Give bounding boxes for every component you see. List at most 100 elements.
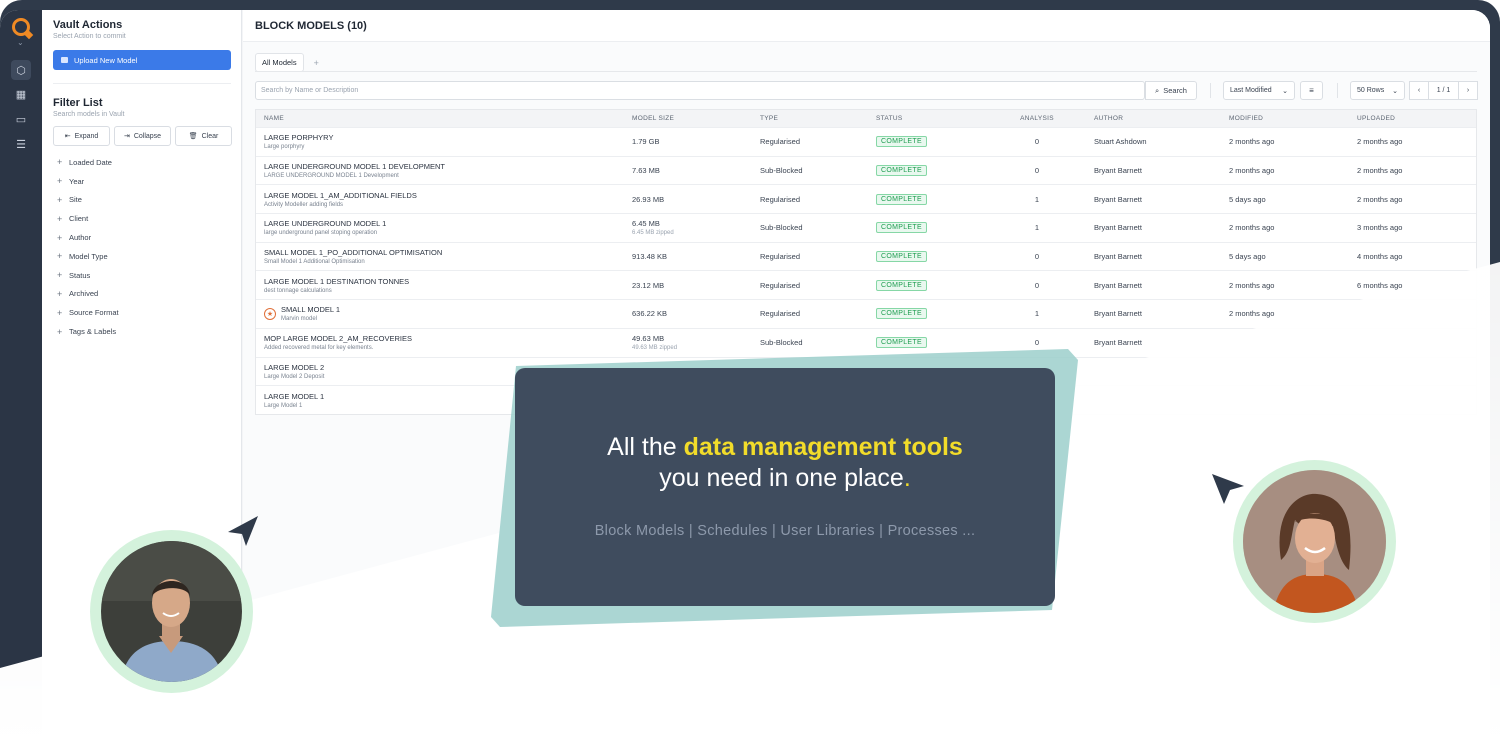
clear-button[interactable]: 🗑 Clear — [175, 126, 232, 146]
column-header[interactable]: TYPE — [752, 115, 868, 122]
status-badge: COMPLETE — [876, 222, 927, 234]
filter-item-label: Status — [69, 270, 91, 280]
filter-item[interactable]: + Client — [57, 209, 119, 228]
collapse-button[interactable]: ⇥ Collapse — [114, 126, 171, 146]
chevron-down-icon[interactable]: ⌄ — [17, 38, 24, 47]
filter-item[interactable]: + Loaded Date — [57, 153, 119, 172]
model-size: 26.93 MB — [632, 194, 665, 204]
list-icon[interactable]: ☰ — [11, 134, 31, 154]
table-row[interactable]: MOP LARGE MODEL 2_AM_RECOVERIES Added rec… — [256, 327, 1476, 357]
page-title: BLOCK MODELS (10) — [255, 20, 367, 32]
prev-page-button[interactable]: ‹ — [1409, 81, 1429, 100]
model-description: large underground panel stoping operatio… — [264, 230, 378, 237]
pagination: ‹ 1 / 1 › — [1409, 81, 1478, 100]
model-description: Small Model 1 Additional Optimisation — [264, 259, 365, 266]
search-button[interactable]: ⌕ Search — [1145, 81, 1197, 100]
model-type: Regularised — [760, 252, 801, 262]
library-icon[interactable]: ▭ — [11, 109, 31, 129]
plus-icon: + — [57, 307, 63, 318]
column-header[interactable]: STATUS — [868, 115, 988, 122]
column-header[interactable]: NAME — [256, 115, 624, 122]
model-name-cell: LARGE MODEL 1 DESTINATION TONNES dest ton… — [256, 277, 624, 294]
analysis-count: 1 — [1034, 223, 1040, 233]
table-row[interactable]: LARGE UNDERGROUND MODEL 1 large undergrou… — [256, 213, 1476, 242]
filter-item[interactable]: + Source Format — [57, 303, 119, 322]
filter-item[interactable]: + Status — [57, 266, 119, 285]
model-size: 23.12 MB — [632, 280, 665, 290]
model-description: Large Model 1 — [264, 402, 303, 409]
search-input[interactable]: Search by Name or Description — [255, 81, 1145, 100]
model-description: LARGE UNDERGROUND MODEL 1 Development — [264, 173, 399, 180]
filter-item[interactable]: + Author — [57, 228, 119, 247]
modified-date: 2 months ago — [1229, 280, 1275, 290]
cube-icon[interactable]: ⬡ — [11, 60, 31, 80]
status-badge: COMPLETE — [876, 308, 927, 320]
column-header[interactable]: MODIFIED — [1221, 115, 1349, 122]
hero-card: All the data management tools you need i… — [515, 368, 1055, 606]
sort-select-value: Last Modified — [1230, 87, 1272, 94]
headline-pre: All the — [607, 433, 684, 461]
model-name: LARGE UNDERGROUND MODEL 1 — [264, 219, 387, 229]
modified-date: 2 months ago — [1229, 166, 1275, 176]
filter-buttons: ⇤ Expand ⇥ Collapse 🗑 Clear — [53, 126, 232, 146]
column-header[interactable]: UPLOADED — [1349, 115, 1469, 122]
model-size-zipped: 49.63 MB zipped — [632, 345, 678, 352]
logo-icon — [12, 18, 30, 36]
table-row[interactable]: LARGE MODEL 1_AM_ADDITIONAL FIELDS Activi… — [256, 184, 1476, 213]
filter-item-label: Source Format — [69, 308, 119, 318]
filter-item-label: Model Type — [69, 251, 108, 261]
modified-date: 2 months ago — [1229, 223, 1275, 233]
filter-item[interactable]: + Archived — [57, 285, 119, 304]
user-icon[interactable] — [15, 716, 27, 728]
chevron-down-icon: ⌄ — [1392, 87, 1398, 95]
tab-all-models[interactable]: All Models — [255, 53, 304, 72]
author: Bryant Barnett — [1094, 166, 1142, 176]
model-type: Regularised — [760, 137, 801, 147]
collapse-label: Collapse — [133, 132, 162, 140]
settings-icon[interactable] — [15, 688, 27, 700]
table-row[interactable]: LARGE UNDERGROUND MODEL 1 DEVELOPMENT LAR… — [256, 155, 1476, 185]
next-page-button[interactable]: › — [1458, 81, 1478, 100]
plus-icon: + — [57, 270, 63, 281]
star-icon[interactable]: ★ — [264, 307, 276, 320]
sort-order-icon[interactable]: ≡ — [1300, 81, 1323, 100]
table-row[interactable]: LARGE MODEL 1 DESTINATION TONNES dest ton… — [256, 270, 1476, 299]
upload-new-model-button[interactable]: Upload New Model — [53, 50, 231, 70]
toolbar-separator — [1337, 83, 1338, 98]
table-row[interactable]: SMALL MODEL 1_PO_ADDITIONAL OPTIMISATION… — [256, 241, 1476, 271]
filter-item[interactable]: + Model Type — [57, 247, 119, 266]
trash-icon: 🗑 — [188, 133, 198, 140]
model-name-wrap: LARGE PORPHYRY Large porphyry — [264, 133, 333, 150]
filter-item[interactable]: + Tags & Labels — [57, 322, 119, 341]
model-description: Large Model 2 Deposit — [264, 373, 325, 380]
sort-select[interactable]: Last Modified ⌄ — [1223, 81, 1295, 100]
divider — [53, 83, 231, 84]
table-row[interactable]: LARGE PORPHYRY Large porphyry 1.79 GB Regul… — [256, 127, 1476, 156]
status-cell: COMPLETE — [868, 308, 988, 320]
filter-item[interactable]: + Site — [57, 191, 119, 210]
model-description: Activity Modeller adding fields — [264, 201, 344, 208]
model-size: 1.79 GB — [632, 137, 660, 147]
plus-icon: + — [57, 232, 63, 243]
column-header[interactable]: ANALYSIS — [988, 115, 1086, 122]
model-name-wrap: LARGE MODEL 1 DESTINATION TONNES dest ton… — [264, 277, 409, 294]
table-row[interactable]: ★ SMALL MODEL 1 Marvin model 636.22 KB Regul… — [256, 299, 1476, 328]
status-cell: COMPLETE — [868, 136, 988, 148]
filter-item-label: Loaded Date — [69, 157, 112, 167]
status-cell: COMPLETE — [868, 279, 988, 291]
column-header[interactable]: AUTHOR — [1086, 115, 1221, 122]
author: Stuart Ashdown — [1094, 137, 1147, 147]
model-name: LARGE MODEL 1 DESTINATION TONNES — [264, 276, 410, 286]
author: Bryant Barnett — [1094, 338, 1142, 348]
filter-item[interactable]: + Year — [57, 172, 119, 191]
hero-tagline: Block Models | Schedules | User Librarie… — [594, 523, 976, 539]
headline-line2: you need in one place — [659, 464, 904, 492]
rows-select[interactable]: 50 Rows ⌄ — [1350, 81, 1405, 100]
add-tab-icon[interactable]: + — [314, 58, 319, 68]
column-header[interactable]: MODEL SIZE — [624, 115, 752, 122]
expand-button[interactable]: ⇤ Expand — [53, 126, 110, 146]
model-name-cell: LARGE MODEL 1_AM_ADDITIONAL FIELDS Activi… — [256, 191, 624, 208]
model-description: Large porphyry — [264, 144, 305, 151]
calendar-icon[interactable]: ▦ — [11, 84, 31, 104]
upload-label: Upload New Model — [74, 55, 138, 65]
